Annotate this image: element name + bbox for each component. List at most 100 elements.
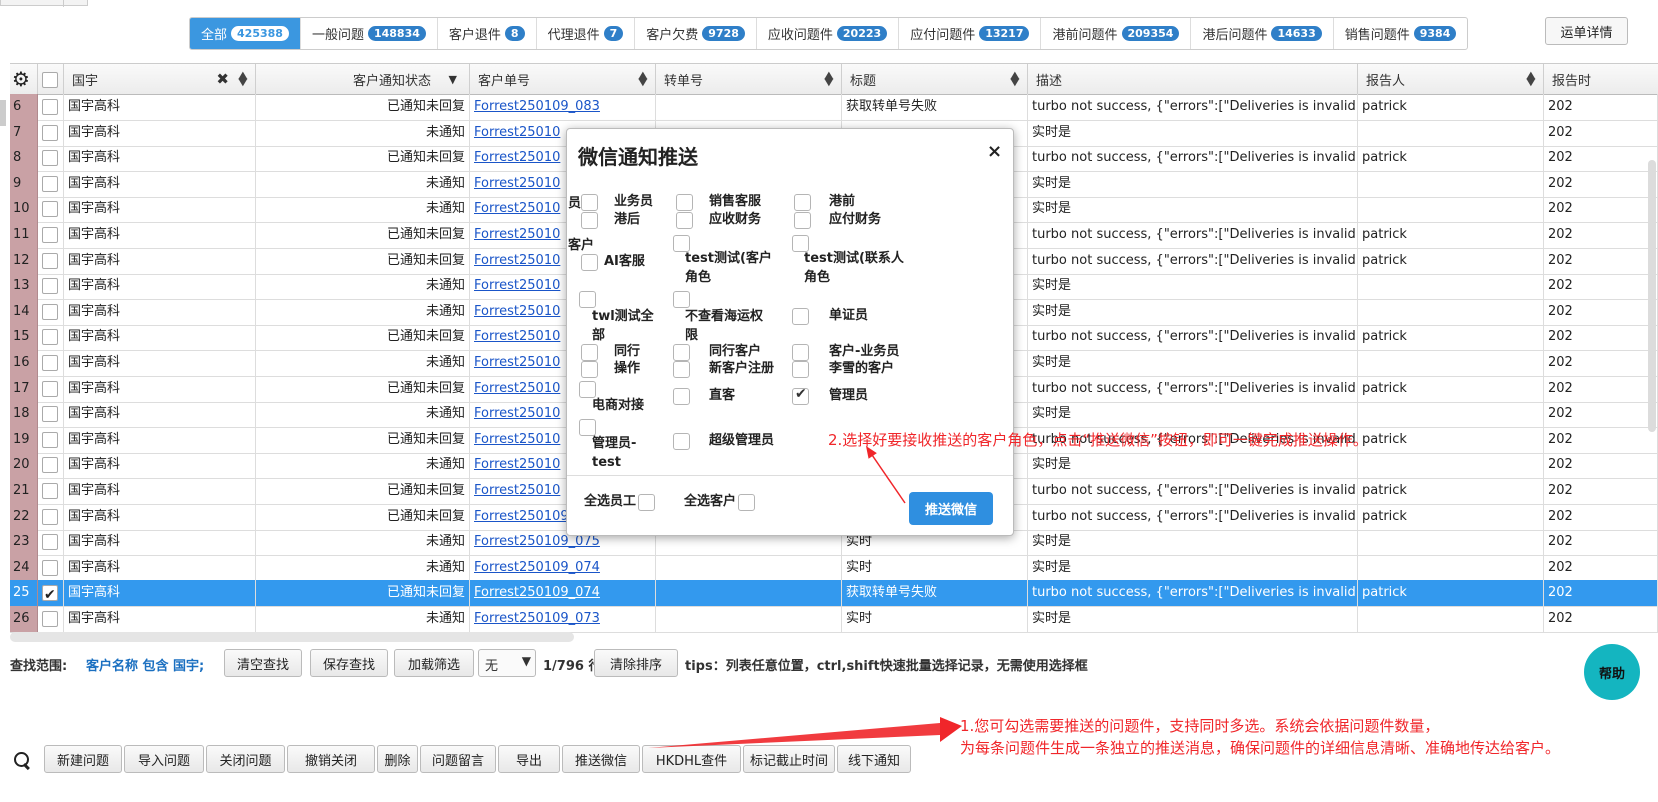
- tab-6[interactable]: 应付问题件 13217: [899, 18, 1042, 49]
- row-checkbox[interactable]: [42, 508, 58, 525]
- search-icon[interactable]: [14, 752, 30, 768]
- order-link[interactable]: Forrest250109_074: [474, 585, 600, 600]
- col-order-no[interactable]: 客户单号: [470, 64, 656, 95]
- order-link[interactable]: Forrest25010: [474, 278, 560, 293]
- dropdown-icon[interactable]: ▼: [449, 73, 457, 86]
- toolbar-button-2[interactable]: 关闭问题: [206, 745, 285, 773]
- tab-2[interactable]: 客户退件 8: [438, 18, 537, 49]
- row-checkbox[interactable]: [42, 534, 58, 551]
- customer-checkbox-0[interactable]: [581, 254, 598, 271]
- col-report-time[interactable]: 报告时: [1544, 64, 1658, 95]
- col-reporter[interactable]: 报告人: [1358, 64, 1544, 95]
- tab-5[interactable]: 应收问题件 20223: [757, 18, 900, 49]
- order-link[interactable]: Forrest25010: [474, 150, 560, 165]
- toolbar-button-1[interactable]: 导入问题: [124, 745, 204, 773]
- row-checkbox[interactable]: [42, 227, 58, 243]
- select-all-header[interactable]: [38, 64, 64, 95]
- tab-8[interactable]: 港后问题件 14633: [1191, 18, 1334, 49]
- row-checkbox[interactable]: [42, 457, 58, 474]
- customer-checkbox-14[interactable]: [792, 386, 809, 405]
- order-link[interactable]: Forrest25010: [474, 432, 560, 447]
- staff-checkbox-3[interactable]: [581, 212, 598, 229]
- order-link[interactable]: Forrest25010: [474, 304, 560, 319]
- customer-checkbox-5[interactable]: [792, 308, 809, 325]
- order-link[interactable]: Forrest25010: [474, 125, 560, 140]
- sort-icon[interactable]: [1011, 72, 1019, 86]
- vertical-scrollbar[interactable]: [1648, 160, 1656, 432]
- clear-sort-button[interactable]: 清除排序: [594, 649, 678, 677]
- sort-icon[interactable]: [1527, 72, 1535, 86]
- horizontal-scrollbar[interactable]: [10, 632, 574, 642]
- order-link[interactable]: Forrest25010: [474, 457, 560, 472]
- toolbar-button-6[interactable]: 导出: [498, 745, 560, 773]
- toolbar-button-0[interactable]: 新建问题: [44, 745, 122, 773]
- filter-select[interactable]: 无 ▼: [478, 649, 536, 677]
- row-checkbox[interactable]: [42, 303, 58, 320]
- select-all-staff-checkbox[interactable]: [638, 494, 655, 511]
- row-checkbox[interactable]: [42, 559, 58, 576]
- toolbar-button-9[interactable]: 标记截止时间: [743, 745, 835, 773]
- sort-icon[interactable]: [639, 72, 647, 86]
- table-row[interactable]: 6 国宇高科 已通知未回复 Forrest250109_083 获取转单号失败 turbo…: [10, 94, 1658, 121]
- customer-checkbox-7[interactable]: [673, 344, 690, 361]
- order-link[interactable]: Forrest25010: [474, 253, 560, 268]
- order-link[interactable]: Forrest25010: [474, 201, 560, 216]
- sort-icon[interactable]: [239, 72, 247, 86]
- col-transfer-no[interactable]: 转单号: [656, 64, 842, 95]
- order-link[interactable]: Forrest250109_074: [474, 560, 600, 575]
- table-row[interactable]: 24 国宇高科 未通知 Forrest250109_074 实时 实时是 202: [10, 554, 1658, 582]
- customer-checkbox-10[interactable]: [673, 361, 690, 378]
- col-company[interactable]: 国宇 ✖: [64, 64, 256, 95]
- tab-0[interactable]: 全部 425388: [190, 18, 301, 49]
- staff-checkbox-5[interactable]: [794, 212, 811, 229]
- left-scroll-marker[interactable]: [0, 100, 6, 126]
- tab-9[interactable]: 销售问题件 9384: [1334, 18, 1468, 49]
- order-link[interactable]: Forrest250109_083: [474, 99, 600, 114]
- select-all-customers-checkbox[interactable]: [738, 494, 755, 511]
- toolbar-button-7[interactable]: 推送微信: [562, 745, 640, 773]
- order-link[interactable]: Forrest25010: [474, 355, 560, 370]
- waybill-detail-button[interactable]: 运单详情: [1545, 17, 1628, 45]
- row-checkbox[interactable]: [42, 99, 58, 115]
- row-checkbox[interactable]: [42, 355, 58, 371]
- grid-settings[interactable]: ⚙: [10, 64, 38, 95]
- staff-checkbox-2[interactable]: [794, 194, 811, 211]
- customer-checkbox-6[interactable]: [581, 344, 598, 361]
- row-checkbox[interactable]: [42, 201, 58, 218]
- customer-checkbox-3[interactable]: [579, 291, 596, 308]
- customer-checkbox-4[interactable]: [673, 291, 690, 308]
- order-link[interactable]: Forrest25010: [474, 329, 560, 344]
- help-button[interactable]: 帮助: [1584, 644, 1640, 700]
- toolbar-button-10[interactable]: 线下通知: [837, 745, 911, 773]
- toolbar-button-5[interactable]: 问题留言: [420, 745, 496, 773]
- order-link[interactable]: Forrest250109_075: [474, 534, 600, 549]
- customer-checkbox-16[interactable]: [673, 433, 690, 450]
- load-filter-button[interactable]: 加载筛选: [394, 649, 474, 677]
- order-link[interactable]: Forrest25010: [474, 406, 560, 421]
- row-checkbox[interactable]: [42, 124, 58, 141]
- toolbar-button-8[interactable]: HKDHL查件: [642, 745, 741, 773]
- gear-icon[interactable]: ⚙: [12, 67, 30, 91]
- tab-3[interactable]: 代理退件 7: [537, 18, 636, 49]
- table-row[interactable]: 25 国宇高科已通知未回复 Forrest250109_074 获取转单号失败turb…: [10, 580, 1658, 608]
- toolbar-button-3[interactable]: 撤销关闭: [287, 745, 375, 773]
- row-checkbox[interactable]: [42, 406, 58, 423]
- row-checkbox[interactable]: [42, 582, 58, 606]
- row-checkbox[interactable]: [42, 431, 58, 448]
- col-title[interactable]: 标题: [842, 64, 1028, 95]
- row-checkbox[interactable]: [42, 252, 58, 269]
- row-checkbox[interactable]: [42, 150, 58, 167]
- scope-value[interactable]: 客户名称 包含 国宇;: [86, 655, 204, 674]
- order-link[interactable]: Forrest25010: [474, 381, 560, 396]
- order-link[interactable]: Forrest25010: [474, 227, 560, 242]
- col-desc[interactable]: 描述: [1028, 64, 1358, 95]
- staff-checkbox-1[interactable]: [676, 194, 693, 211]
- save-search-button[interactable]: 保存查找: [310, 649, 388, 677]
- tab-4[interactable]: 客户欠费 9728: [635, 18, 757, 49]
- staff-checkbox-0[interactable]: [581, 194, 598, 211]
- order-link[interactable]: Forrest25010: [474, 176, 560, 191]
- sort-icon[interactable]: [825, 72, 833, 86]
- tab-7[interactable]: 港前问题件 209354: [1041, 18, 1192, 49]
- row-checkbox[interactable]: [42, 380, 58, 397]
- clear-filter-icon[interactable]: ✖: [216, 70, 229, 88]
